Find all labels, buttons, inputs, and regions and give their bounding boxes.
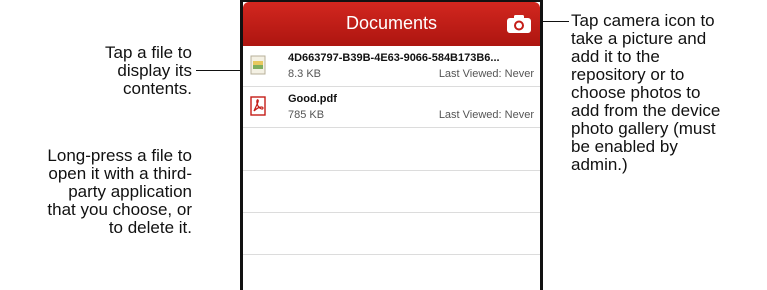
header-bar: Documents: [243, 2, 540, 46]
empty-row-divider: [243, 170, 540, 171]
file-row[interactable]: Good.pdf 785 KB Last Viewed: Never: [243, 87, 540, 128]
page-title: Documents: [345, 13, 438, 33]
file-list: 4D663797-B39B-4E63-9066-584B173B6... 8.3…: [243, 46, 540, 290]
long-press-callout: Long-press a file to open it with a thir…: [47, 146, 192, 237]
last-viewed: Last Viewed: Never: [438, 68, 534, 80]
empty-row-divider: [243, 212, 540, 213]
image-file-icon: [249, 55, 267, 75]
file-size: 8.3 KB: [288, 68, 322, 80]
file-size: 785 KB: [288, 109, 325, 121]
empty-row-divider: [243, 254, 540, 255]
tap-file-leader-line: [196, 70, 240, 71]
camera-callout: Tap camera icon to take a picture and ad…: [571, 11, 721, 174]
phone-screen: Documents 4D663797-B39B-4E63-9066-584B17…: [240, 0, 543, 290]
file-name: 4D663797-B39B-4E63-9066-584B173B6...: [288, 52, 500, 64]
camera-icon[interactable]: [506, 14, 532, 34]
file-row[interactable]: 4D663797-B39B-4E63-9066-584B173B6... 8.3…: [243, 46, 540, 87]
last-viewed: Last Viewed: Never: [438, 109, 534, 121]
file-name: Good.pdf: [288, 93, 337, 105]
tap-file-callout: Tap a file to display its contents.: [105, 43, 192, 98]
pdf-file-icon: [249, 96, 267, 116]
